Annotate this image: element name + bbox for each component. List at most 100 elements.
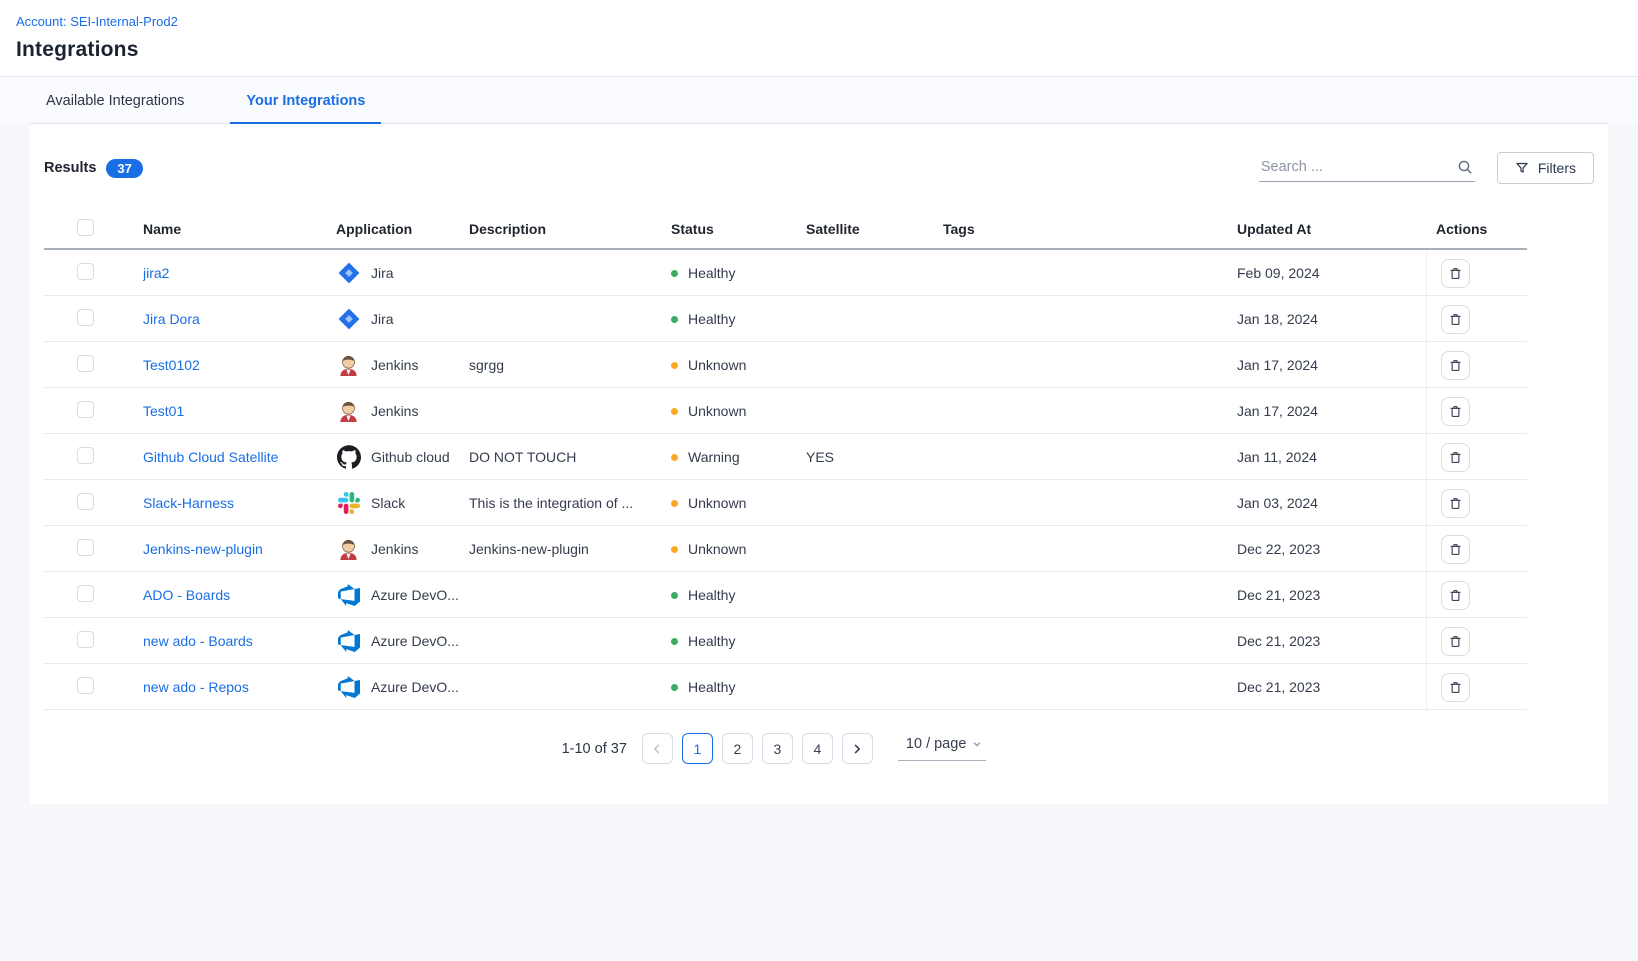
status-dot	[671, 270, 678, 277]
delete-button[interactable]	[1441, 443, 1470, 472]
row-checkbox[interactable]	[77, 309, 94, 326]
satellite-cell: YES	[806, 449, 943, 465]
delete-button[interactable]	[1441, 305, 1470, 334]
filters-button[interactable]: Filters	[1497, 152, 1594, 184]
pagination-page-2[interactable]: 2	[722, 733, 753, 764]
pagination-page-4[interactable]: 4	[802, 733, 833, 764]
app-icon-slot	[336, 675, 361, 700]
updated-at-cell: Jan 03, 2024	[1237, 495, 1426, 511]
updated-at-cell: Jan 11, 2024	[1237, 449, 1426, 465]
row-checkbox[interactable]	[77, 677, 94, 694]
description-cell: DO NOT TOUCH	[469, 449, 671, 465]
account-breadcrumb-link[interactable]: Account: SEI-Internal-Prod2	[16, 14, 178, 29]
row-checkbox[interactable]	[77, 539, 94, 556]
azure-devops-icon	[338, 630, 360, 652]
table-row: new ado - Repos Azure DevO... Healthy De…	[44, 664, 1527, 710]
row-checkbox[interactable]	[77, 355, 94, 372]
status-dot	[671, 362, 678, 369]
delete-button[interactable]	[1441, 397, 1470, 426]
integration-name-link[interactable]: jira2	[143, 265, 169, 281]
page-size-select[interactable]: 10 / page	[898, 736, 986, 761]
integration-name-link[interactable]: Slack-Harness	[143, 495, 234, 511]
delete-button[interactable]	[1441, 581, 1470, 610]
row-checkbox[interactable]	[77, 447, 94, 464]
trash-icon	[1448, 450, 1463, 465]
updated-at-cell: Jan 18, 2024	[1237, 311, 1426, 327]
filters-button-label: Filters	[1538, 160, 1576, 176]
page-header: Account: SEI-Internal-Prod2 Integrations	[0, 0, 1638, 77]
toolbar-right: Filters	[1259, 152, 1594, 184]
app-icon-slot	[336, 445, 361, 470]
results-label: Results	[44, 160, 96, 176]
column-header-description: Description	[469, 221, 671, 237]
table-row: Slack-Harness Slack This is the integrat…	[44, 480, 1527, 526]
delete-button[interactable]	[1441, 673, 1470, 702]
status-label: Healthy	[688, 265, 735, 281]
status-label: Unknown	[688, 495, 746, 511]
delete-button[interactable]	[1441, 627, 1470, 656]
integration-name-link[interactable]: new ado - Repos	[143, 679, 249, 695]
column-header-updated-at: Updated At	[1237, 221, 1426, 237]
delete-button[interactable]	[1441, 351, 1470, 380]
status-label: Healthy	[688, 587, 735, 603]
updated-at-cell: Dec 21, 2023	[1237, 679, 1426, 695]
table-row: ADO - Boards Azure DevO... Healthy Dec 2…	[44, 572, 1527, 618]
app-label: Azure DevO...	[371, 679, 459, 695]
search-input[interactable]	[1261, 159, 1457, 175]
tab-available-integrations[interactable]: Available Integrations	[30, 93, 200, 124]
integrations-table: Name Application Description Status Sate…	[44, 210, 1527, 710]
pagination-page-3[interactable]: 3	[762, 733, 793, 764]
app-label: Slack	[371, 495, 405, 511]
row-checkbox[interactable]	[77, 493, 94, 510]
integration-name-link[interactable]: Github Cloud Satellite	[143, 449, 278, 465]
app-label: Azure DevO...	[371, 633, 459, 649]
table-row: Github Cloud Satellite Github cloud DO N…	[44, 434, 1527, 480]
results-count-badge: 37	[106, 159, 142, 178]
row-checkbox[interactable]	[77, 263, 94, 280]
page-size-value: 10 / page	[906, 736, 966, 752]
tab-your-integrations[interactable]: Your Integrations	[230, 93, 381, 124]
integration-name-link[interactable]: Test01	[143, 403, 184, 419]
table-header-row: Name Application Description Status Sate…	[44, 210, 1527, 250]
description-cell: This is the integration of ...	[469, 495, 671, 511]
github-icon	[337, 445, 361, 469]
updated-at-cell: Jan 17, 2024	[1237, 357, 1426, 373]
integration-name-link[interactable]: Jira Dora	[143, 311, 200, 327]
integration-name-link[interactable]: new ado - Boards	[143, 633, 253, 649]
jenkins-icon	[337, 354, 360, 377]
status-dot	[671, 316, 678, 323]
updated-at-cell: Dec 22, 2023	[1237, 541, 1426, 557]
delete-button[interactable]	[1441, 489, 1470, 518]
trash-icon	[1448, 312, 1463, 327]
jenkins-icon	[337, 400, 360, 423]
pagination-page-1[interactable]: 1	[682, 733, 713, 764]
jira-icon	[337, 307, 361, 331]
app-icon-slot	[336, 353, 361, 378]
row-checkbox[interactable]	[77, 631, 94, 648]
integration-name-link[interactable]: Jenkins-new-plugin	[143, 541, 263, 557]
pagination-next-button[interactable]	[842, 733, 873, 764]
updated-at-cell: Dec 21, 2023	[1237, 633, 1426, 649]
integration-name-link[interactable]: ADO - Boards	[143, 587, 230, 603]
delete-button[interactable]	[1441, 535, 1470, 564]
trash-icon	[1448, 634, 1463, 649]
row-checkbox[interactable]	[77, 401, 94, 418]
select-all-checkbox[interactable]	[77, 219, 94, 236]
app-label: Jenkins	[371, 357, 418, 373]
integrations-card: Results 37 Filters	[30, 124, 1608, 804]
pagination-prev-button[interactable]	[642, 733, 673, 764]
column-header-name: Name	[143, 221, 336, 237]
chevron-right-icon	[851, 743, 863, 755]
updated-at-cell: Jan 17, 2024	[1237, 403, 1426, 419]
integration-name-link[interactable]: Test0102	[143, 357, 200, 373]
row-checkbox[interactable]	[77, 585, 94, 602]
search-icon[interactable]	[1457, 159, 1473, 175]
app-label: Jira	[371, 311, 394, 327]
toolbar: Results 37 Filters	[30, 152, 1608, 184]
tabbar: Available Integrations Your Integrations	[30, 77, 1608, 124]
pagination-summary: 1-10 of 37	[562, 741, 627, 757]
page-title: Integrations	[16, 38, 1622, 62]
app-label: Jira	[371, 265, 394, 281]
status-dot	[671, 638, 678, 645]
delete-button[interactable]	[1441, 259, 1470, 288]
